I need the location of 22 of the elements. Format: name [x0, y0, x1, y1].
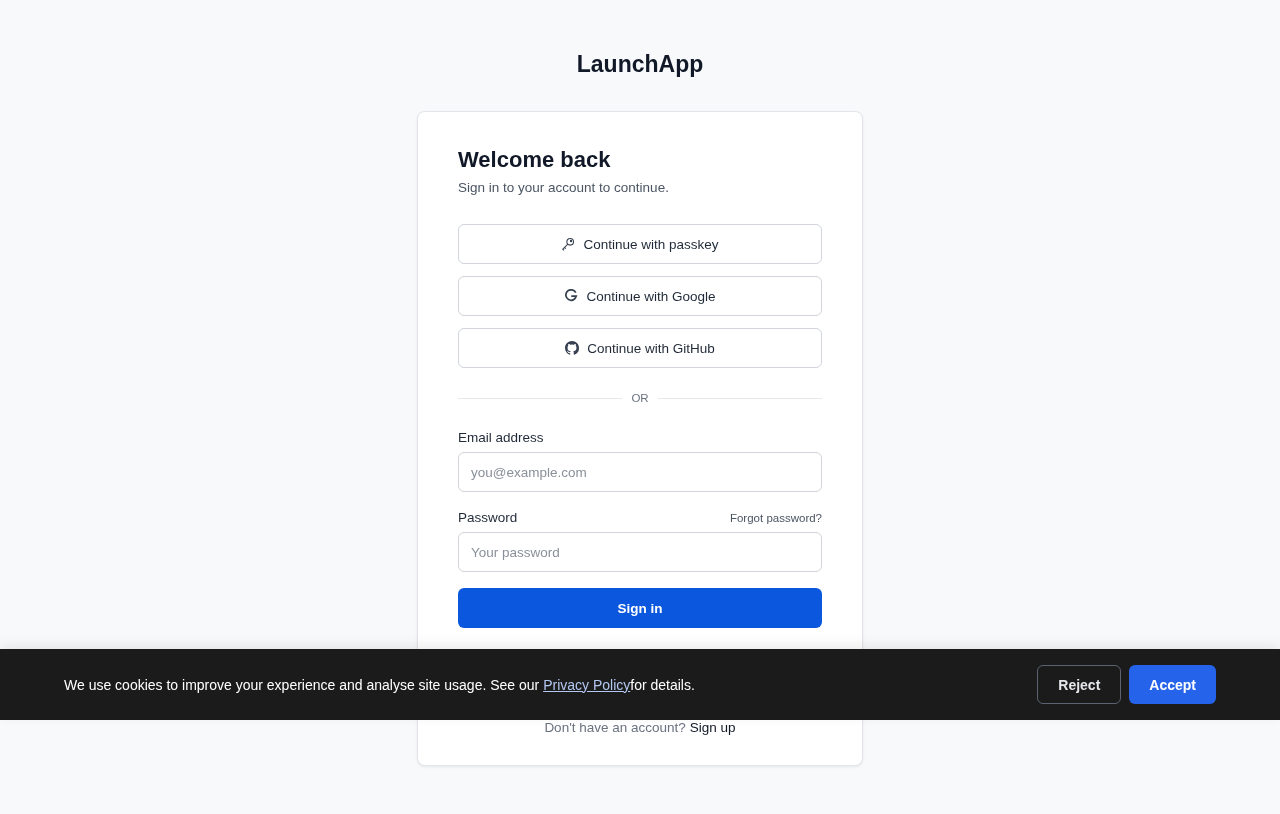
sign-in-button[interactable]: Sign in — [458, 588, 822, 628]
key-icon — [561, 237, 576, 251]
google-button[interactable]: Continue with Google — [458, 276, 822, 316]
github-icon — [565, 341, 580, 355]
signup-prompt: Don't have an account? — [544, 720, 686, 735]
cookie-message: We use cookies to improve your experience and analyse site usage. See our Privacy Policyfor details. — [64, 676, 695, 693]
password-label: Password — [458, 510, 518, 525]
email-label: Email address — [458, 430, 545, 445]
reject-button[interactable]: Reject — [1037, 665, 1122, 704]
password-field[interactable]: Your password — [458, 532, 822, 572]
sign-up-link[interactable]: Sign up — [689, 720, 736, 735]
google-icon — [564, 289, 579, 303]
card-subtitle: Sign in to your account to continue. — [458, 180, 670, 195]
accept-button[interactable]: Accept — [1129, 665, 1216, 704]
brand-title: LaunchApp — [576, 50, 704, 78]
card-title: Welcome back — [458, 146, 612, 174]
divider-label: OR — [631, 392, 649, 404]
email-field[interactable]: you@example.com — [458, 452, 822, 492]
passkey-button[interactable]: Continue with passkey — [458, 224, 822, 264]
privacy-policy-link[interactable]: Privacy Policy — [543, 676, 631, 693]
forgot-password-link[interactable]: Forgot password? — [729, 511, 822, 524]
github-button[interactable]: Continue with GitHub — [458, 328, 822, 368]
